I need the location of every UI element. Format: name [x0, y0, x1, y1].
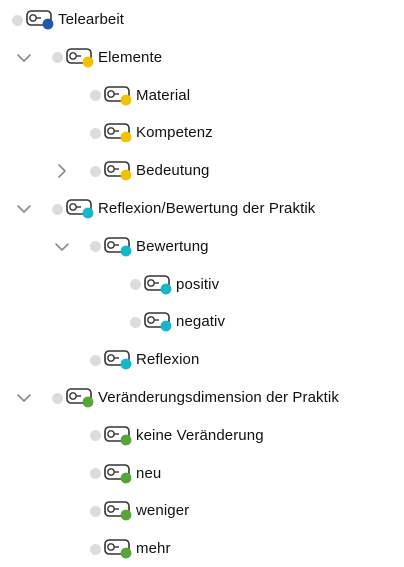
chevron-down-icon[interactable]: [54, 235, 70, 259]
activation-dot[interactable]: [90, 241, 101, 253]
code-tag-icon: [104, 161, 134, 181]
tree-item-label: Telearbeit: [58, 11, 125, 28]
code-tag-icon: [66, 47, 96, 68]
activation-dot[interactable]: [90, 430, 101, 442]
code-tag-icon: [104, 463, 134, 484]
code-tag-icon: [144, 312, 174, 332]
code-tag-icon: [104, 85, 134, 106]
tree-item-label: mehr: [136, 540, 171, 558]
code-tag-icon: [66, 388, 96, 408]
activation-dot[interactable]: [52, 52, 63, 64]
code-tag-icon: [104, 350, 134, 370]
chevron-down-icon[interactable]: [16, 46, 32, 70]
tree-item-reflexion-bewertung-der-praktik[interactable]: Reflexion/Bewertung der Praktik: [16, 197, 315, 221]
tree-item-label: positiv: [176, 275, 220, 293]
tree-item-kompetenz[interactable]: Kompetenz: [90, 121, 213, 145]
chevron-down-icon[interactable]: [16, 197, 32, 221]
activation-dot[interactable]: [52, 203, 63, 215]
tree-item-label: Kompetenz: [136, 124, 213, 142]
activation-dot[interactable]: [12, 14, 23, 26]
chevron-right-icon[interactable]: [54, 159, 70, 183]
tree-item-label: Bewertung: [136, 237, 209, 255]
tree-item-mehr[interactable]: mehr: [90, 537, 171, 561]
tree-item-neu[interactable]: neu: [90, 462, 161, 486]
code-tag-icon: [104, 539, 134, 559]
code-tag-icon: [26, 10, 56, 30]
code-tag-icon: [144, 274, 174, 295]
tree-item-label: weniger: [136, 502, 190, 520]
activation-dot[interactable]: [90, 468, 101, 480]
tree-item-label: negativ: [176, 313, 226, 331]
tree-item-reflexion[interactable]: Reflexion: [90, 348, 199, 372]
chevron-down-icon[interactable]: [16, 386, 32, 410]
tree-item-label: Reflexion/Bewertung der Praktik: [98, 200, 316, 217]
activation-dot[interactable]: [90, 505, 101, 517]
tree-item-label: Reflexion: [136, 351, 200, 369]
tree-item-elemente[interactable]: Elemente: [16, 46, 162, 70]
activation-dot[interactable]: [90, 543, 101, 555]
tree-item-label: Bedeutung: [136, 162, 210, 180]
code-tag-icon: [104, 425, 134, 446]
tree-item-label: neu: [136, 464, 162, 482]
activation-dot[interactable]: [90, 354, 101, 366]
tree-item-bewertung[interactable]: Bewertung: [54, 235, 209, 259]
tree-item-bedeutung[interactable]: Bedeutung: [54, 159, 209, 183]
activation-dot[interactable]: [130, 316, 141, 328]
activation-dot[interactable]: [90, 165, 101, 177]
code-tag-icon: [104, 236, 134, 257]
tree-item-label: keine Veränderung: [136, 426, 264, 444]
tree-item-positiv[interactable]: positiv: [130, 273, 219, 297]
code-tag-icon: [104, 501, 134, 521]
tree-item-telearbeit[interactable]: Telearbeit: [12, 8, 124, 32]
code-tag-icon: [66, 199, 96, 219]
tree-item-weniger[interactable]: weniger: [90, 499, 189, 523]
tree-item-material[interactable]: Material: [90, 84, 190, 108]
activation-dot[interactable]: [52, 392, 63, 404]
tree-item-keine-veraenderung[interactable]: keine Veränderung: [90, 424, 264, 448]
activation-dot[interactable]: [90, 127, 101, 139]
tree-item-label: Elemente: [98, 48, 163, 66]
activation-dot[interactable]: [90, 90, 101, 102]
code-tree: Telearbeit Elemente Material Kompetenz Bedeu…: [0, 0, 404, 567]
tree-item-label: Veränderungsdimension der Praktik: [98, 389, 339, 406]
tree-item-veraenderungsdimension-der-praktik[interactable]: Veränderungsdimension der Praktik: [16, 386, 339, 410]
activation-dot[interactable]: [130, 279, 141, 291]
code-tag-icon: [104, 123, 134, 143]
tree-item-negativ[interactable]: negativ: [130, 310, 225, 334]
tree-item-label: Material: [136, 86, 191, 104]
